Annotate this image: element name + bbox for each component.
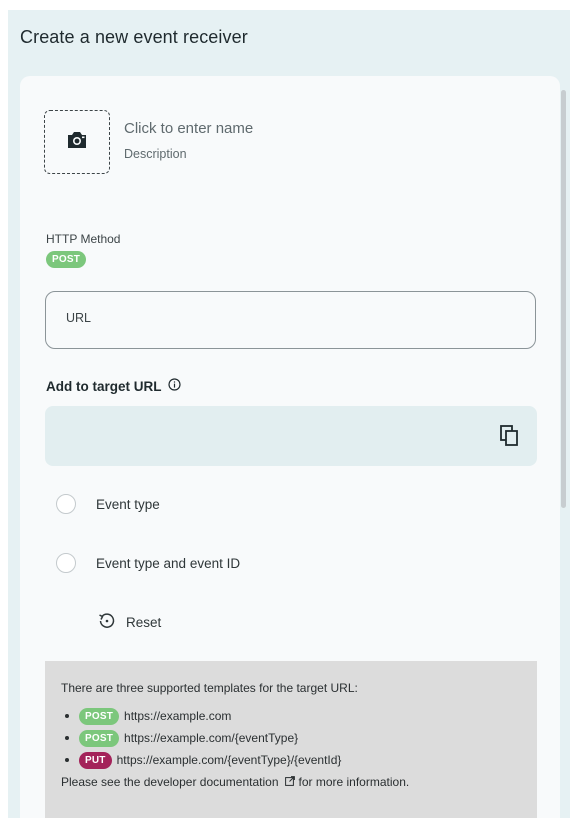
post-badge: POST bbox=[79, 729, 120, 747]
url-field[interactable] bbox=[45, 291, 536, 349]
target-url-preview bbox=[45, 406, 537, 466]
radio-event-type[interactable] bbox=[56, 494, 76, 514]
developer-documentation-link-text: developer documentation bbox=[143, 775, 279, 789]
target-url-heading-text: Add to target URL bbox=[46, 378, 162, 394]
url-templates-info: There are three supported templates for … bbox=[45, 661, 537, 818]
reset-icon bbox=[98, 612, 116, 633]
list-item: POST https://example.com/{eventType} bbox=[61, 727, 521, 749]
footer-prefix: Please see the bbox=[61, 775, 141, 789]
event-receiver-dialog: Create a new event receiver Click to ent… bbox=[8, 10, 570, 818]
template-url: https://example.com/{eventType} bbox=[124, 731, 299, 745]
external-link-icon bbox=[284, 775, 295, 789]
list-item: POST https://example.com bbox=[61, 705, 521, 727]
reset-button[interactable]: Reset bbox=[98, 612, 161, 633]
scrollbar-thumb[interactable] bbox=[561, 90, 566, 508]
copy-icon[interactable] bbox=[499, 424, 521, 448]
target-url-heading: Add to target URL bbox=[46, 378, 181, 394]
page-title: Create a new event receiver bbox=[20, 27, 248, 47]
template-url: https://example.com bbox=[124, 709, 232, 723]
list-item: PUT https://example.com/{eventType}/{eve… bbox=[61, 749, 521, 771]
option-event-type-and-id-label: Event type and event ID bbox=[96, 555, 241, 571]
camera-icon bbox=[67, 131, 87, 154]
form-card: Click to enter name Description HTTP Met… bbox=[20, 76, 560, 818]
option-event-type-and-id[interactable]: Event type and event ID bbox=[56, 553, 240, 573]
post-badge: POST bbox=[79, 707, 120, 725]
template-url: https://example.com/{eventType}/{eventId… bbox=[116, 753, 342, 767]
info-icon[interactable] bbox=[167, 378, 181, 394]
info-intro: There are three supported templates for … bbox=[61, 681, 358, 695]
radio-event-type-and-id[interactable] bbox=[56, 553, 76, 573]
description-field[interactable]: Description bbox=[124, 147, 187, 161]
put-badge: PUT bbox=[79, 751, 112, 769]
url-input[interactable] bbox=[64, 310, 508, 326]
http-method-label: HTTP Method bbox=[46, 232, 121, 246]
reset-label: Reset bbox=[126, 615, 162, 630]
http-method-badge[interactable]: POST bbox=[46, 251, 87, 268]
name-field[interactable]: Click to enter name bbox=[124, 120, 253, 137]
option-event-type-label: Event type bbox=[96, 496, 160, 512]
template-list: POST https://example.com POST https://ex… bbox=[61, 705, 521, 771]
photo-upload-button[interactable] bbox=[44, 110, 110, 174]
footer-suffix: for more information. bbox=[298, 775, 410, 789]
developer-documentation-link[interactable]: developer documentation bbox=[144, 775, 299, 789]
option-event-type[interactable]: Event type bbox=[56, 494, 160, 514]
info-footer: Please see the developer documentation f… bbox=[61, 775, 521, 789]
